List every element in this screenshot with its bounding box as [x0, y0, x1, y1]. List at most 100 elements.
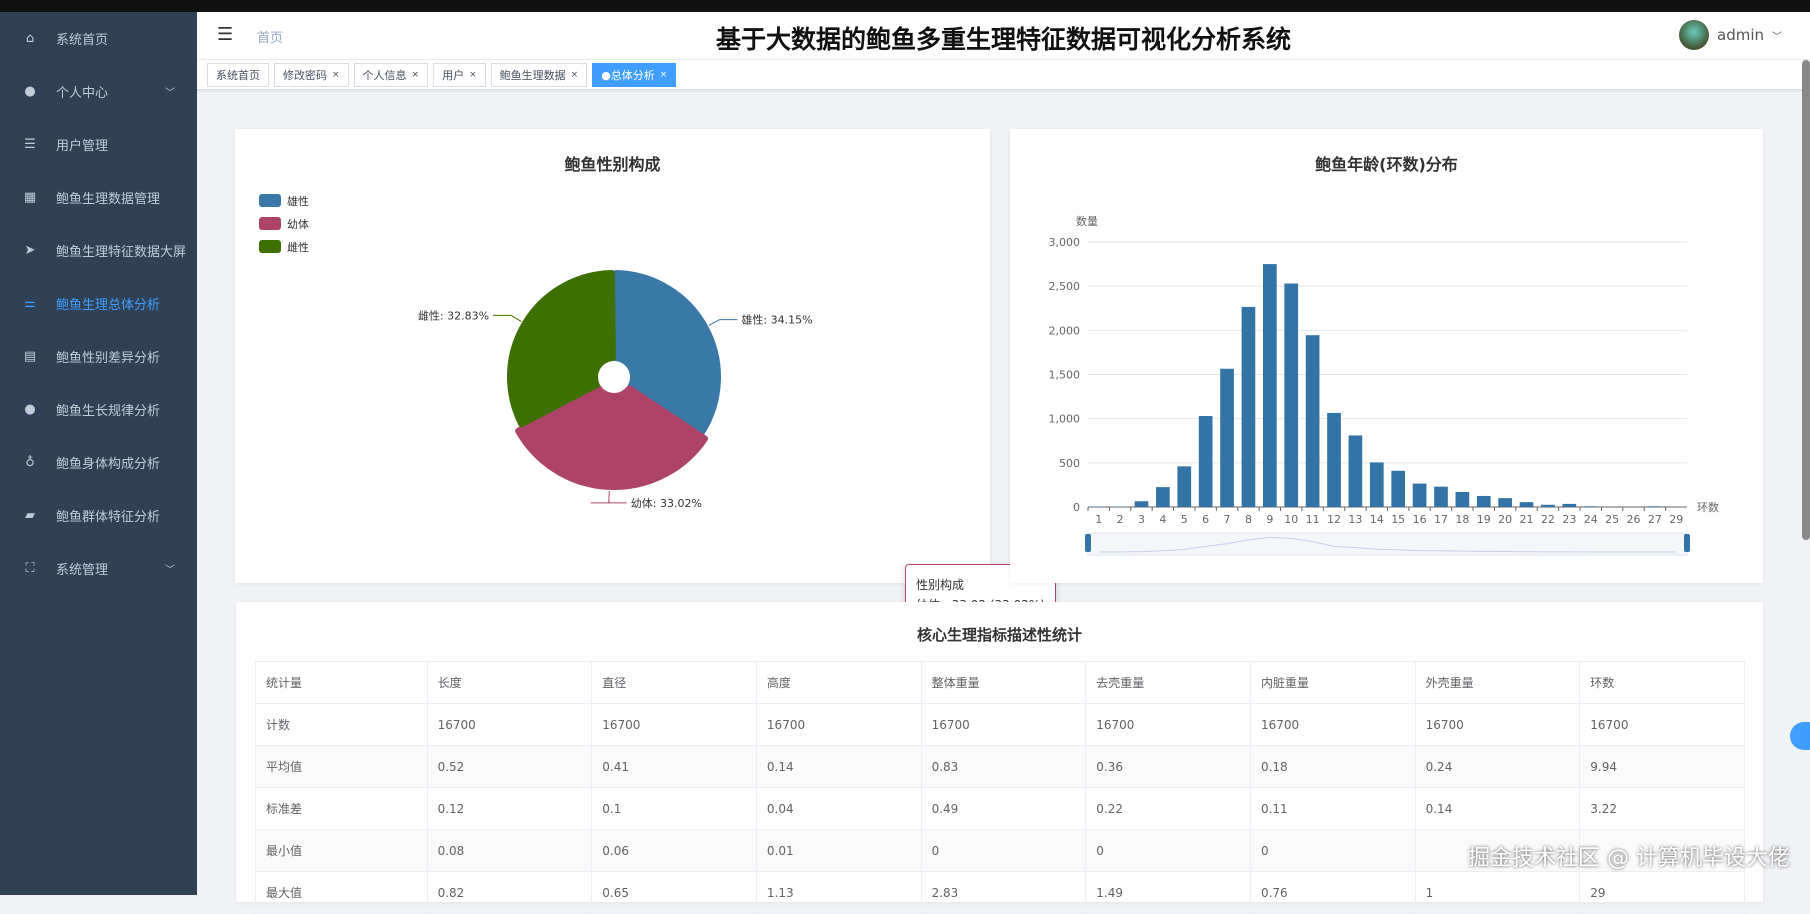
tab[interactable]: 个人信息×: [354, 63, 429, 87]
x-tick-label: 18: [1455, 513, 1469, 526]
x-tick-label: 20: [1498, 513, 1512, 526]
bar[interactable]: [1648, 506, 1662, 507]
sidebar-item[interactable]: ▤鲍鱼性别差异分析: [0, 330, 197, 383]
bar[interactable]: [1456, 492, 1470, 507]
bar[interactable]: [1413, 484, 1427, 507]
bar[interactable]: [1284, 284, 1298, 507]
bar[interactable]: [1477, 496, 1491, 507]
sidebar-item[interactable]: ☰用户管理: [0, 118, 197, 171]
y-tick-label: 2,500: [1049, 280, 1081, 293]
table-cell: 0.06: [592, 830, 757, 872]
bar[interactable]: [1306, 335, 1320, 507]
label-line: [709, 320, 738, 326]
y-tick-label: 0: [1073, 501, 1080, 514]
sidebar-item[interactable]: ●鲍鱼生长规律分析: [0, 383, 197, 436]
close-icon[interactable]: ×: [660, 70, 668, 80]
table-cell: 最小值: [256, 830, 428, 872]
floating-button[interactable]: [1790, 722, 1810, 750]
table-cell: 0.14: [756, 746, 921, 788]
x-tick-label: 2: [1117, 513, 1124, 526]
x-tick-label: 11: [1306, 513, 1320, 526]
chevron-down-icon: ﹀: [1772, 28, 1782, 43]
x-tick-label: 29: [1669, 513, 1683, 526]
tab[interactable]: ●总体分析×: [592, 63, 676, 87]
bar[interactable]: [1541, 505, 1555, 507]
table-cell: 标准差: [256, 788, 428, 830]
bar[interactable]: [1220, 369, 1234, 507]
sidebar-item[interactable]: ▦鲍鱼生理数据管理: [0, 171, 197, 224]
tab[interactable]: 修改密码 ×: [274, 63, 349, 87]
datazoom-handle[interactable]: [1085, 534, 1091, 552]
label-line: [591, 491, 609, 503]
sidebar-item-label: 鲍鱼生长规律分析: [56, 400, 160, 419]
menu-icon: ▰: [22, 508, 38, 523]
close-icon[interactable]: ×: [469, 70, 477, 80]
menu-icon: ➤: [22, 243, 38, 258]
window-top-bar: [0, 0, 1810, 12]
close-icon[interactable]: ×: [571, 70, 579, 80]
chevron-down-icon: ﹀: [165, 561, 175, 576]
table-cell: 9.94: [1580, 746, 1745, 788]
sidebar-item[interactable]: ➤ 鲍鱼生理特征数据大屏: [0, 224, 197, 277]
y-tick-label: 3,000: [1049, 236, 1081, 249]
bar[interactable]: [1391, 471, 1405, 507]
tab[interactable]: 系统首页: [207, 63, 269, 87]
bar[interactable]: [1156, 487, 1170, 507]
sidebar-item[interactable]: ♁鲍鱼身体构成分析: [0, 436, 197, 489]
table-cell: 0.52: [427, 746, 592, 788]
sidebar-item[interactable]: ⛶系统管理﹀: [0, 542, 197, 595]
bar[interactable]: [1242, 307, 1256, 507]
scrollbar[interactable]: [1802, 60, 1810, 540]
column-header: 直径: [592, 662, 757, 704]
sidebar-item[interactable]: ▰ 鲍鱼群体特征分析: [0, 489, 197, 542]
bar[interactable]: [1584, 506, 1598, 507]
x-tick-label: 19: [1477, 513, 1491, 526]
x-tick-label: 27: [1648, 513, 1662, 526]
column-header: 去壳重量: [1086, 662, 1251, 704]
table-cell: 16700: [1086, 704, 1251, 746]
tab[interactable]: 鲍鱼生理数据×: [491, 63, 588, 87]
bar[interactable]: [1263, 264, 1277, 507]
close-icon[interactable]: ×: [412, 70, 420, 80]
bar[interactable]: [1135, 501, 1149, 507]
bar[interactable]: [1562, 504, 1576, 507]
table-cell: 0: [1250, 830, 1415, 872]
table-cell: 最大值: [256, 872, 428, 914]
close-icon[interactable]: ×: [332, 70, 340, 80]
table-cell: 16700: [921, 704, 1086, 746]
table-cell: 0.12: [427, 788, 592, 830]
table-cell: 0.11: [1250, 788, 1415, 830]
table-title: 核心生理指标描述性统计: [236, 624, 1763, 645]
sidebar-item-label: 鲍鱼群体特征分析: [56, 506, 160, 525]
table-cell: 16700: [592, 704, 757, 746]
bar[interactable]: [1199, 416, 1213, 507]
tab[interactable]: 用户×: [433, 63, 486, 87]
table-cell: 平均值: [256, 746, 428, 788]
bar[interactable]: [1498, 498, 1512, 507]
x-tick-label: 13: [1348, 513, 1362, 526]
bar[interactable]: [1177, 466, 1191, 507]
table-cell: 计数: [256, 704, 428, 746]
bar[interactable]: [1349, 435, 1363, 507]
bar[interactable]: [1520, 502, 1534, 507]
sidebar-item-label: 个人中心: [56, 82, 108, 101]
x-tick-label: 23: [1562, 513, 1576, 526]
bar[interactable]: [1370, 462, 1384, 507]
column-header: 外壳重量: [1415, 662, 1580, 704]
bar[interactable]: [1434, 487, 1448, 507]
sidebar-item[interactable]: ●个人中心﹀: [0, 65, 197, 118]
x-tick-label: 6: [1202, 513, 1209, 526]
sidebar-item-label: 鲍鱼身体构成分析: [56, 453, 160, 472]
y-tick-label: 1,000: [1049, 413, 1081, 426]
sidebar-item-label: 鲍鱼生理数据管理: [56, 188, 160, 207]
sidebar-item[interactable]: ⚌鲍鱼生理总体分析: [0, 277, 197, 330]
x-tick-label: 15: [1391, 513, 1405, 526]
sidebar-item-label: 鲍鱼生理特征数据大屏: [56, 241, 186, 260]
tab-label: 修改密码: [283, 67, 327, 83]
bar[interactable]: [1327, 413, 1341, 507]
user-menu[interactable]: admin ﹀: [1679, 20, 1782, 50]
sidebar: ⌂系统首页●个人中心﹀☰用户管理▦鲍鱼生理数据管理 ➤ 鲍鱼生理特征数据大屏 ⚌鲍鱼生…: [0, 12, 197, 895]
sidebar-item[interactable]: ⌂系统首页: [0, 12, 197, 65]
table-row: 标准差0.120.10.040.490.220.110.143.22: [256, 788, 1745, 830]
datazoom-handle[interactable]: [1684, 534, 1690, 552]
